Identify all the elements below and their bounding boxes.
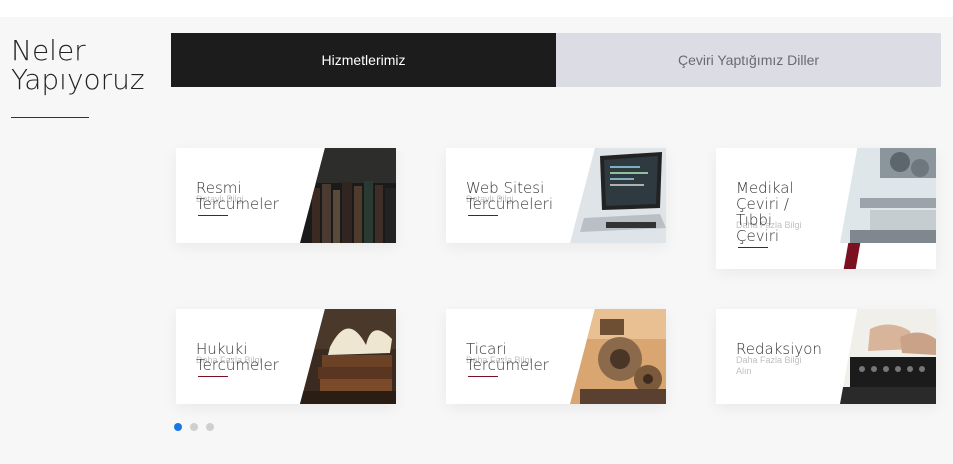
card-title: Medikal Çeviri / Tıbbi Çeviri	[736, 179, 794, 245]
card-underline	[198, 215, 228, 216]
service-card-official[interactable]: Resmi Tercümeler Detaylı Bilgi	[176, 148, 396, 243]
card-underline	[468, 215, 498, 216]
card-more-link[interactable]: Daha Fazla Bilgi Alın	[736, 355, 802, 377]
card-title: Ticari Tercümeler	[466, 340, 549, 374]
card-underline	[468, 376, 498, 377]
card-title: Redaksiyon	[736, 340, 822, 358]
card-title: Hukuki Tercümeler	[196, 340, 279, 374]
service-card-editing[interactable]: Redaksiyon Daha Fazla Bilgi Alın	[716, 309, 936, 404]
tab-bar: Hizmetlerimiz Çeviri Yaptığımız Diller	[171, 33, 941, 87]
section-title: Neler Yapıyoruz	[11, 36, 145, 94]
card-title: Resmi Tercümeler	[196, 179, 279, 213]
open-book-image	[300, 309, 396, 404]
books-image	[300, 148, 396, 243]
title-underline	[11, 117, 89, 118]
microscope-image	[840, 148, 936, 243]
laptop-image	[570, 148, 666, 243]
carousel-dot-2[interactable]	[190, 423, 198, 431]
service-card-commercial[interactable]: Ticari Tercümeler Daha Fazla Bilgi	[446, 309, 666, 404]
carousel-dot-3[interactable]	[206, 423, 214, 431]
service-card-legal[interactable]: Hukuki Tercümeler Daha Fazla Bilgi	[176, 309, 396, 404]
card-accent-bar	[843, 243, 861, 269]
card-title: Web Sitesi Tercümeleri	[466, 179, 554, 213]
card-underline	[198, 376, 228, 377]
section-title-line2: Yapıyoruz	[11, 63, 145, 96]
service-card-medical[interactable]: Medikal Çeviri / Tıbbi Çeviri Daha Fazla…	[716, 148, 936, 269]
card-underline	[738, 247, 768, 248]
gears-image	[570, 309, 666, 404]
carousel-dot-1[interactable]	[174, 423, 182, 431]
service-card-website[interactable]: Web Sitesi Tercümeleri Detaylı Bilgi	[446, 148, 666, 243]
section-title-line1: Neler	[11, 34, 86, 67]
tab-languages[interactable]: Çeviri Yaptığımız Diller	[556, 33, 941, 87]
typewriter-image	[840, 309, 936, 404]
carousel-pagination	[174, 423, 214, 431]
tab-services[interactable]: Hizmetlerimiz	[171, 33, 556, 87]
